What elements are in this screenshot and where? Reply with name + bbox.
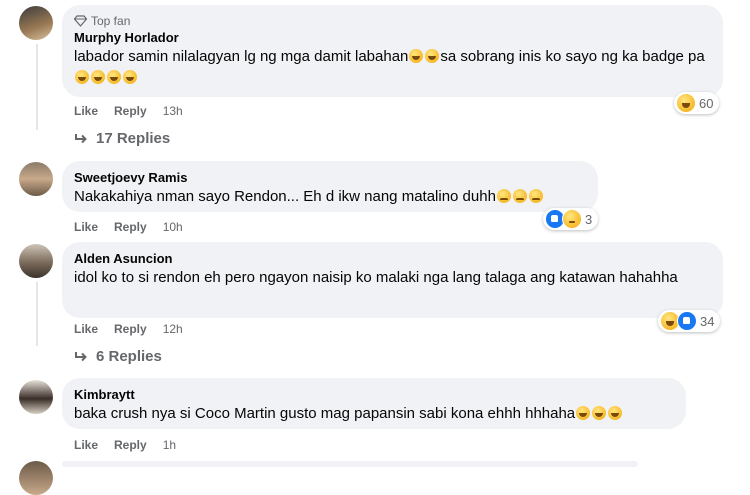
comment-author[interactable]: Kimbraytt <box>74 386 674 403</box>
comment-bubble: Alden Asuncion idol ko to si rendon eh p… <box>62 242 723 318</box>
comment-text-part: Nakakahiya nman sayo Rendon... Eh d ikw … <box>74 188 496 205</box>
comment-bubble: Top fan Murphy Horlador labador samin ni… <box>62 5 723 97</box>
comment-text-part: labador samin nilalagyan lg ng mga damit… <box>74 48 409 65</box>
comment-text: idol ko to si rendon eh pero ngayon nais… <box>74 269 678 286</box>
comment-bubble: Sweetjoevy Ramis Nakakahiya nman sayo Re… <box>62 161 598 212</box>
reaction-count: 34 <box>700 313 715 329</box>
sad-emoji-icon <box>528 189 543 203</box>
comment-author[interactable]: Murphy Horlador <box>74 29 711 46</box>
reply-button[interactable]: Reply <box>114 220 147 234</box>
view-replies-button[interactable]: 17 Replies <box>74 130 170 147</box>
reply-arrow-icon <box>75 133 87 143</box>
comment-text: labador samin nilalagyan lg ng mga damit… <box>74 46 711 88</box>
avatar[interactable] <box>19 380 53 414</box>
haha-emoji-icon <box>576 406 591 420</box>
comment-actions: Like Reply 10h <box>74 220 183 234</box>
haha-emoji-icon <box>107 70 121 84</box>
like-reaction-icon <box>677 311 697 331</box>
comment-actions: Like Reply 13h <box>74 104 183 118</box>
reaction-count: 3 <box>585 211 593 227</box>
haha-emoji-icon <box>608 406 623 420</box>
reaction-count: 60 <box>699 95 714 111</box>
thread-line <box>36 44 38 130</box>
comment-bubble: Kimbraytt baka crush nya si Coco Martin … <box>62 378 686 429</box>
comment-text-part: baka crush nya si Coco Martin gusto mag … <box>74 405 576 422</box>
thread-line <box>36 282 38 346</box>
haha-emoji-icon <box>91 70 105 84</box>
comment-author[interactable]: Alden Asuncion <box>74 250 711 267</box>
like-button[interactable]: Like <box>74 322 98 336</box>
replies-label: 17 Replies <box>96 130 171 147</box>
comment-time[interactable]: 1h <box>163 438 176 452</box>
haha-reaction-icon <box>676 93 696 113</box>
reaction-summary[interactable]: 60 <box>674 92 720 114</box>
like-button[interactable]: Like <box>74 104 98 118</box>
sad-emoji-icon <box>496 189 511 203</box>
haha-emoji-icon <box>592 406 607 420</box>
reply-button[interactable]: Reply <box>114 322 147 336</box>
reaction-summary[interactable]: 34 <box>658 310 721 332</box>
comment-actions: Like Reply 12h <box>74 322 183 336</box>
comment-text-part: sa sobrang inis ko sayo ng ka badge pa <box>440 48 705 65</box>
reply-button[interactable]: Reply <box>114 104 147 118</box>
reply-button[interactable]: Reply <box>114 438 147 452</box>
comment-bubble <box>62 461 638 467</box>
diamond-icon <box>74 15 87 27</box>
haha-emoji-icon <box>75 70 89 84</box>
like-button[interactable]: Like <box>74 220 98 234</box>
replies-label: 6 Replies <box>96 348 162 365</box>
sad-reaction-icon <box>562 209 582 229</box>
comment-author[interactable]: Sweetjoevy Ramis <box>74 169 586 186</box>
reaction-summary[interactable]: 3 <box>543 208 599 230</box>
comment-time[interactable]: 12h <box>163 322 183 336</box>
comment-text: baka crush nya si Coco Martin gusto mag … <box>74 403 674 424</box>
top-fan-badge: Top fan <box>74 13 711 29</box>
avatar[interactable] <box>19 6 53 40</box>
sad-emoji-icon <box>512 189 527 203</box>
avatar[interactable] <box>19 244 53 278</box>
avatar[interactable] <box>19 162 53 196</box>
badge-label: Top fan <box>91 14 131 28</box>
comment-time[interactable]: 10h <box>163 220 183 234</box>
haha-emoji-icon <box>123 70 137 84</box>
haha-emoji-icon <box>425 49 440 63</box>
avatar[interactable] <box>19 461 53 495</box>
comment-actions: Like Reply 1h <box>74 438 176 452</box>
comment-time[interactable]: 13h <box>163 104 183 118</box>
haha-emoji-icon <box>409 49 424 63</box>
like-button[interactable]: Like <box>74 438 98 452</box>
view-replies-button[interactable]: 6 Replies <box>74 348 162 365</box>
comment-text: Nakakahiya nman sayo Rendon... Eh d ikw … <box>74 186 586 207</box>
reply-arrow-icon <box>75 351 87 361</box>
